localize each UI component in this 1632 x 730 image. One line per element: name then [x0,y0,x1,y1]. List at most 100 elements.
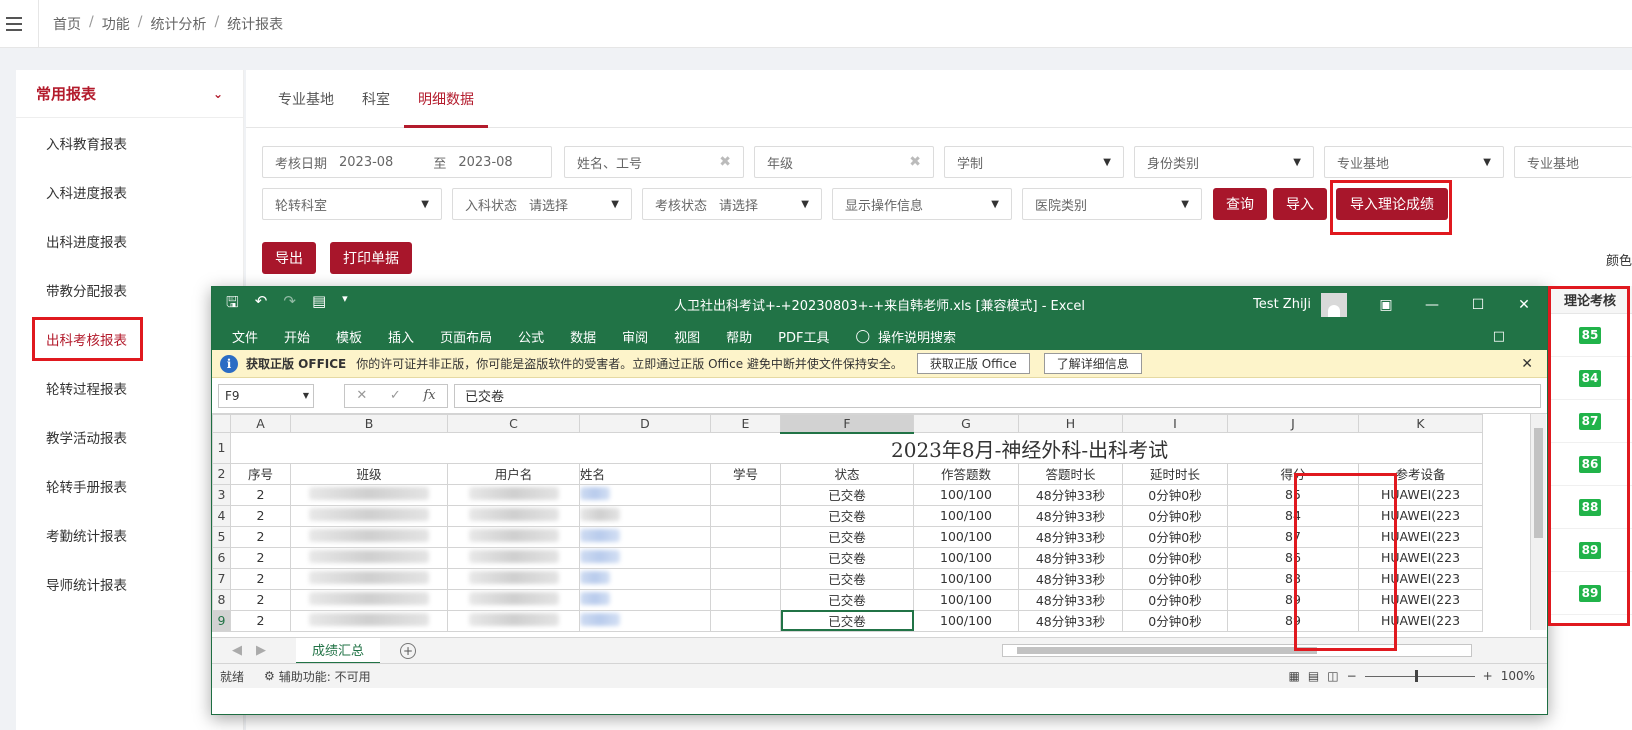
sheet-tab[interactable]: 成绩汇总 [296,637,381,664]
row-header[interactable]: 9 [212,609,231,632]
schooling-select[interactable]: 学制 ▼ [944,146,1124,178]
sidebar-item-mentor[interactable]: 导师统计报表 [16,559,243,608]
row-header[interactable]: 1 [212,432,231,464]
check-icon[interactable]: ✓ [390,388,401,403]
sidebar-item-teaching-assign[interactable]: 带教分配报表 [16,265,243,314]
col-header-c[interactable]: C [447,414,580,433]
header-cell[interactable]: 学号 [710,462,781,485]
row-header[interactable]: 5 [212,525,231,548]
row-header[interactable]: 8 [212,588,231,611]
next-sheet-icon[interactable]: ▶ [256,643,266,658]
ribbon-tab-template[interactable]: 模板 [336,327,362,346]
scroll-thumb[interactable] [1017,647,1317,654]
ribbon-tab-file[interactable]: 文件 [232,327,258,346]
sidebar-group-header[interactable]: 常用报表 ⌄ [16,70,243,118]
print-button[interactable]: 打印单据 [330,242,412,274]
close-icon[interactable]: ✕ [1501,297,1547,313]
col-header-d[interactable]: D [579,414,711,433]
form-icon[interactable]: ▤ [312,292,326,317]
normal-view-icon[interactable]: ▦ [1289,669,1300,683]
row-header[interactable]: 6 [212,546,231,569]
menu-icon[interactable] [6,16,22,31]
zoom-slider[interactable] [1364,669,1475,682]
header-cell[interactable]: 作答题数 [913,462,1019,485]
user-account[interactable]: Test ZhiJi [1253,292,1347,317]
name-search-input[interactable]: 姓名、工号 ✖ [564,146,744,178]
sidebar-item-rotation-process[interactable]: 轮转过程报表 [16,363,243,412]
col-header-b[interactable]: B [290,414,448,433]
base-select[interactable]: 专业基地 ▼ [1324,146,1504,178]
header-cell[interactable]: 序号 [230,462,291,485]
enter-status-select[interactable]: 入科状态 请选择 ▼ [452,188,632,220]
save-icon[interactable]: 🖫 [226,292,239,317]
ribbon-tab-insert[interactable]: 插入 [388,327,414,346]
active-cell[interactable]: 已交卷 [780,609,914,632]
col-header-e[interactable]: E [710,414,781,433]
ribbon-tab-formula[interactable]: 公式 [518,327,544,346]
import-button[interactable]: 导入 [1273,188,1327,220]
exam-date-range[interactable]: 考核日期 2023-08 至 2023-08 [262,146,552,178]
ribbon-tab-data[interactable]: 数据 [570,327,596,346]
row-header[interactable]: 7 [212,567,231,590]
base-select-2[interactable]: 专业基地 [1514,146,1632,178]
tab-detail[interactable]: 明细数据 [404,70,488,128]
close-icon[interactable]: ✕ [1521,356,1533,372]
col-header-i[interactable]: I [1122,414,1228,433]
tab-department[interactable]: 科室 [348,70,404,127]
accessibility-status[interactable]: 辅助功能: 不可用 [279,668,371,685]
show-ops-select[interactable]: 显示操作信息 ▼ [832,188,1012,220]
ribbon-tab-view[interactable]: 视图 [674,327,700,346]
tab-base[interactable]: 专业基地 [264,70,348,127]
page-layout-icon[interactable]: ▤ [1308,669,1319,683]
zoom-level[interactable]: 100% [1501,669,1535,683]
header-cell[interactable]: 用户名 [447,462,580,485]
maximize-icon[interactable]: ☐ [1455,297,1501,313]
ribbon-tab-home[interactable]: 开始 [284,327,310,346]
header-cell[interactable]: 姓名 [579,462,711,485]
date-to-input[interactable]: 2023-08 [458,155,512,170]
header-cell[interactable]: 延时时长 [1122,462,1228,485]
col-header-f[interactable]: F [780,414,914,434]
col-header-g[interactable]: G [913,414,1019,433]
sidebar-item-attendance[interactable]: 考勤统计报表 [16,510,243,559]
horizontal-scrollbar[interactable] [1002,644,1472,657]
breadcrumb-home[interactable]: 首页 [53,14,81,34]
clear-icon[interactable]: ✖ [719,154,731,170]
sidebar-item-exit-progress[interactable]: 出科进度报表 [16,216,243,265]
comment-icon[interactable]: □ [1493,329,1505,344]
formula-input[interactable]: 已交卷 [454,383,1541,408]
select-all-corner[interactable] [212,414,231,433]
add-sheet-icon[interactable]: + [400,642,417,659]
col-header-k[interactable]: K [1358,414,1483,433]
customize-icon[interactable]: ▾ [342,292,348,317]
vertical-scrollbar[interactable] [1530,414,1546,630]
sidebar-item-rotation-manual[interactable]: 轮转手册报表 [16,461,243,510]
function-icon[interactable]: fx [423,388,435,403]
grade-input[interactable]: 年级 ✖ [754,146,934,178]
row-header[interactable]: 2 [212,462,231,485]
sidebar-item-teaching-activity[interactable]: 教学活动报表 [16,412,243,461]
ribbon-display-icon[interactable]: ▣ [1363,297,1409,313]
minimize-icon[interactable]: — [1409,297,1455,313]
page-break-icon[interactable]: ◫ [1327,669,1338,683]
learn-more-button[interactable]: 了解详细信息 [1043,353,1142,374]
header-cell[interactable]: 答题时长 [1018,462,1123,485]
ribbon-tab-help[interactable]: 帮助 [726,327,752,346]
redo-icon[interactable]: ↷ [283,292,296,317]
query-button[interactable]: 查询 [1213,188,1267,220]
header-cell[interactable]: 状态 [780,462,914,485]
prev-sheet-icon[interactable]: ◀ [232,643,242,658]
zoom-in-icon[interactable]: + [1483,669,1493,683]
tell-me-search[interactable]: 操作说明搜索 [878,327,956,346]
col-header-a[interactable]: A [230,414,291,433]
breadcrumb-stats[interactable]: 统计分析 [150,14,206,34]
clear-icon[interactable]: ✖ [909,154,921,170]
hospital-type-select[interactable]: 医院类别 ▼ [1022,188,1202,220]
get-genuine-button[interactable]: 获取正版 Office [916,353,1030,374]
undo-icon[interactable]: ↶ [255,292,268,317]
date-from-input[interactable]: 2023-08 [339,155,393,170]
rotation-dept-select[interactable]: 轮转科室 ▼ [262,188,442,220]
header-cell[interactable]: 班级 [290,462,448,485]
row-header[interactable]: 3 [212,483,231,506]
ribbon-tab-layout[interactable]: 页面布局 [440,327,492,346]
